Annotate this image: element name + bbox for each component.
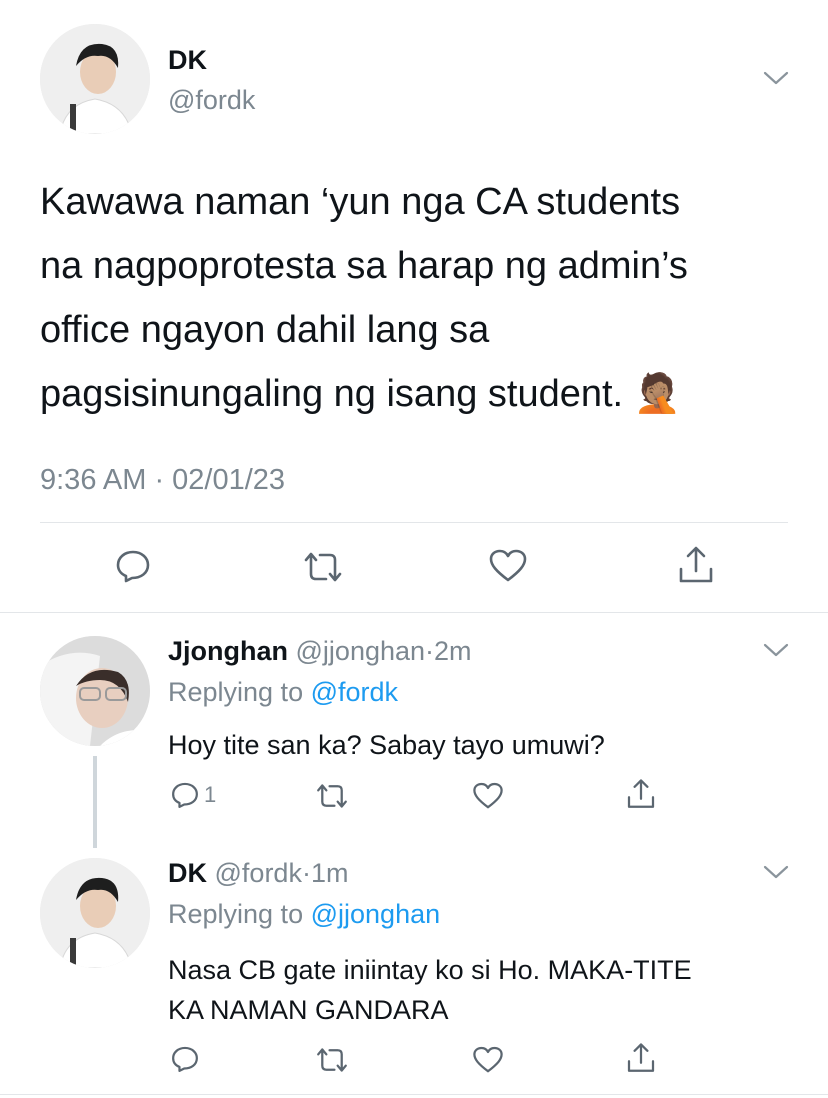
facepalm-emoji: 🤦🏽 (633, 373, 681, 415)
retweet-icon (317, 784, 347, 808)
replying-to-link[interactable]: @fordk (311, 677, 398, 707)
like-button[interactable] (472, 781, 504, 811)
reply-options-button[interactable] (763, 642, 789, 663)
chevron-down-icon (763, 865, 789, 879)
reply-icon (172, 1046, 198, 1072)
tweet-text: Kawawa naman ‘yun nga CA students na nag… (40, 170, 800, 426)
share-icon (627, 779, 655, 808)
person-photo-icon (40, 636, 150, 746)
heart-icon (473, 782, 503, 809)
replying-to-label: Replying to (168, 677, 304, 707)
bottom-divider (0, 1094, 828, 1095)
reply-text: Nasa CB gate iniintay ko si Ho. MAKA-TIT… (168, 950, 692, 1030)
author-handle[interactable]: @fordk (168, 84, 255, 116)
retweet-button[interactable] (315, 782, 349, 810)
share-button[interactable] (676, 545, 716, 585)
reply-header: DK @fordk·1m (168, 855, 348, 891)
author-name[interactable]: DK (168, 44, 207, 76)
replying-to: Replying to @jjonghan (168, 896, 440, 932)
avatar-dk-main[interactable] (40, 24, 150, 134)
reply-button[interactable] (114, 548, 152, 584)
reply-icon (116, 550, 150, 583)
retweet-button[interactable] (302, 550, 344, 584)
tweet-text-line: pagsisinungaling ng isang student. 🤦🏽 (40, 373, 681, 415)
like-button[interactable] (488, 548, 528, 584)
heart-icon (473, 1046, 503, 1073)
reply-text-line: Hoy tite san ka? Sabay tayo umuwi? (168, 730, 605, 760)
share-icon (679, 546, 713, 583)
reply-author-name[interactable]: Jjonghan (168, 636, 288, 666)
reply-text-line: Nasa CB gate iniintay ko si Ho. MAKA-TIT… (168, 955, 692, 985)
section-divider (0, 612, 828, 613)
tweet-options-button[interactable] (763, 70, 789, 91)
tweet-text-line: office ngayon dahil lang sa (40, 309, 490, 351)
replying-to-link[interactable]: @jjonghan (311, 899, 441, 929)
person-photo-icon (40, 858, 150, 968)
retweet-icon (304, 552, 342, 582)
chevron-down-icon (763, 71, 789, 85)
retweet-button[interactable] (315, 1046, 349, 1074)
reply-button[interactable]: 1 (170, 780, 216, 810)
reply-count: 1 (204, 782, 217, 807)
reply-button[interactable] (170, 1044, 200, 1074)
reply-author-name[interactable]: DK (168, 858, 207, 888)
avatar-jjonghan[interactable] (40, 636, 150, 746)
person-photo-icon (40, 24, 150, 134)
divider (40, 522, 788, 523)
share-button[interactable] (625, 778, 657, 810)
replying-to: Replying to @fordk (168, 674, 398, 710)
reply-options-button[interactable] (763, 864, 789, 885)
reply-time[interactable]: 2m (434, 636, 472, 666)
tweet-text-line: Kawawa naman ‘yun nga CA students (40, 181, 681, 223)
reply-text-line: KA NAMAN GANDARA (168, 995, 449, 1025)
share-icon (627, 1043, 655, 1072)
reply-author-handle[interactable]: @jjonghan (296, 636, 426, 666)
share-button[interactable] (625, 1042, 657, 1074)
avatar-dk-reply[interactable] (40, 858, 150, 968)
reply-author-handle[interactable]: @fordk (215, 858, 302, 888)
retweet-icon (317, 1048, 347, 1072)
separator-dot: · (425, 636, 435, 666)
heart-icon (489, 549, 527, 582)
reply-text: Hoy tite san ka? Sabay tayo umuwi? (168, 727, 605, 763)
tweet-timestamp[interactable]: 9:36 AM · 02/01/23 (40, 462, 285, 498)
thread-connector (93, 756, 97, 848)
reply-icon (172, 782, 198, 808)
replying-to-label: Replying to (168, 899, 304, 929)
like-button[interactable] (472, 1045, 504, 1075)
tweet-text-line: na nagpoprotesta sa harap ng admin’s (40, 245, 688, 287)
separator-dot: · (301, 858, 311, 888)
reply-header: Jjonghan @jjonghan·2m (168, 633, 472, 669)
chevron-down-icon (763, 643, 789, 657)
reply-time[interactable]: 1m (311, 858, 349, 888)
